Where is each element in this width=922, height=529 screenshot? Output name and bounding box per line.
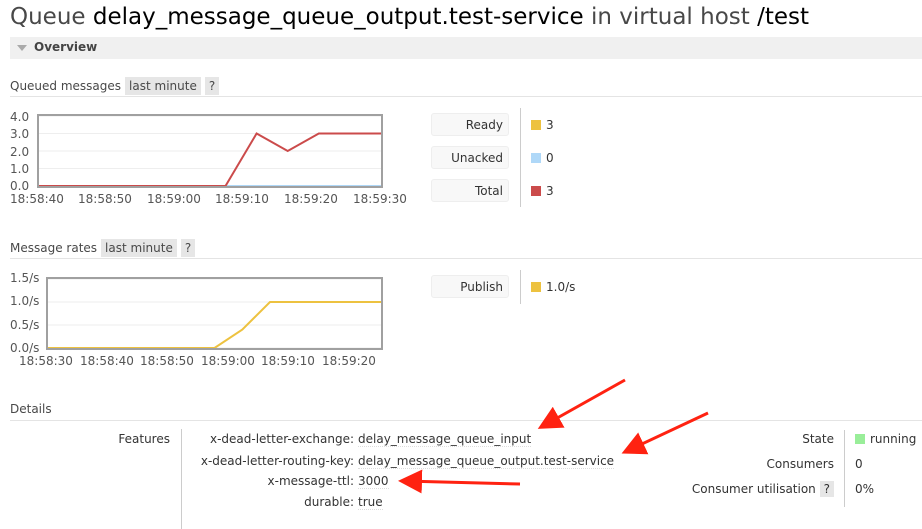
arrow-annotation [398,469,521,494]
annotation-arrows [398,378,709,494]
arrow-annotation [537,378,626,429]
arrow-annotation [621,411,709,455]
